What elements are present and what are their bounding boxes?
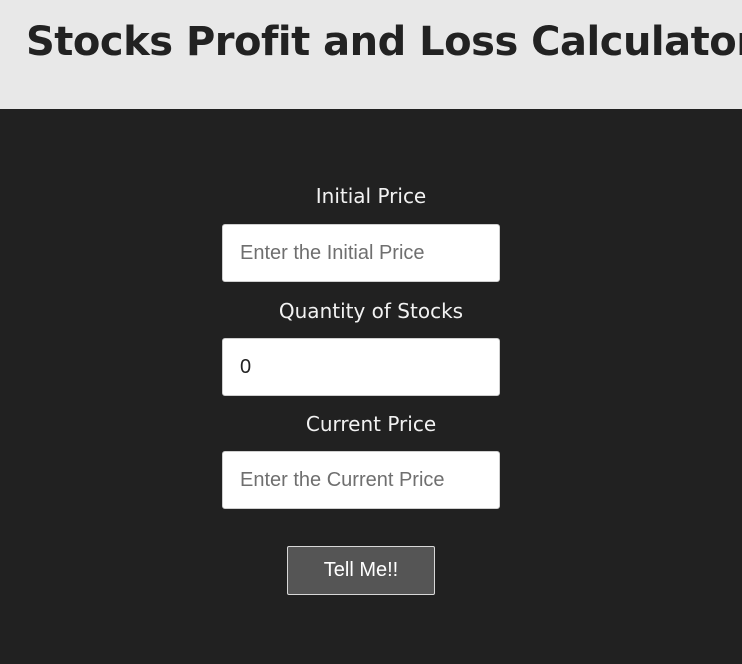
current-price-input[interactable] — [222, 451, 500, 509]
page-title: Stocks Profit and Loss Calculator — [26, 19, 742, 65]
tell-me-button[interactable]: Tell Me!! — [287, 546, 435, 595]
calculator-form: Initial Price Quantity of Stocks Current… — [0, 109, 742, 664]
quantity-label: Quantity of Stocks — [278, 299, 464, 323]
initial-price-input[interactable] — [222, 224, 500, 282]
quantity-input[interactable] — [222, 338, 500, 396]
initial-price-label: Initial Price — [315, 184, 427, 208]
current-price-label: Current Price — [305, 412, 437, 436]
page-header: Stocks Profit and Loss Calculator — [0, 0, 742, 109]
